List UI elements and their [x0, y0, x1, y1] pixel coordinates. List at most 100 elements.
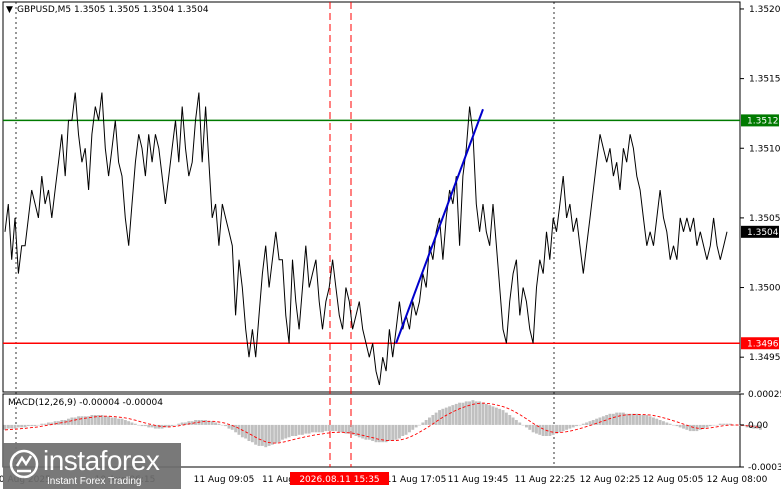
- time-tick-label: 11 Aug 17:05: [386, 475, 447, 485]
- macd-histogram-bar: [337, 424, 341, 433]
- macd-histogram-bar: [518, 422, 522, 425]
- macd-histogram-bar: [494, 407, 498, 425]
- macd-histogram-bar: [214, 422, 217, 425]
- macd-histogram-bar: [715, 424, 719, 426]
- macd-histogram-bar: [705, 424, 709, 428]
- macd-histogram-bar: [77, 416, 80, 425]
- macd-histogram-bar: [672, 424, 675, 426]
- macd-histogram-bar: [424, 420, 428, 425]
- macd-histogram-bar: [357, 424, 361, 438]
- macd-histogram-bar: [204, 420, 207, 425]
- macd-histogram-bar: [6, 424, 10, 429]
- macd-histogram-bar: [504, 412, 508, 425]
- macd-histogram-bar: [568, 424, 572, 429]
- price-tick-label: 1.3500: [749, 284, 781, 294]
- price-tag-label: 1.3496: [747, 339, 779, 349]
- logo-name: instaforex: [43, 445, 160, 476]
- macd-histogram-bar: [16, 424, 20, 428]
- macd-histogram-bar: [73, 417, 77, 425]
- macd-histogram-bar: [37, 424, 40, 426]
- time-highlight-label: 2026.08.11 15:35: [299, 475, 379, 485]
- macd-histogram-bar: [90, 415, 94, 425]
- macd-histogram-bar: [588, 421, 592, 425]
- macd-histogram-bar: [387, 424, 391, 441]
- macd-histogram-bar: [575, 424, 578, 427]
- macd-tick-label: 0.00: [748, 421, 768, 431]
- macd-histogram-bar: [491, 406, 495, 425]
- macd-histogram-bar: [331, 424, 334, 432]
- macd-histogram-bar: [514, 420, 518, 425]
- macd-histogram-bar: [107, 416, 110, 425]
- macd-histogram-bar: [571, 424, 575, 428]
- macd-histogram-bar: [224, 424, 227, 427]
- macd-histogram-bar: [548, 424, 552, 436]
- macd-histogram-bar: [621, 412, 625, 425]
- macd-histogram-bar: [133, 423, 137, 425]
- macd-histogram-bar: [451, 405, 455, 425]
- trend-line: [395, 108, 484, 344]
- macd-histogram-bar: [327, 424, 331, 432]
- macd-histogram-bar: [648, 416, 652, 425]
- macd-histogram-bar: [461, 402, 465, 425]
- macd-histogram-bar: [655, 418, 659, 425]
- macd-histogram-bar: [628, 413, 632, 425]
- macd-histogram-bar: [314, 424, 318, 433]
- macd-histogram-bar: [464, 401, 468, 425]
- macd-histogram-bar: [67, 418, 70, 425]
- macd-header: MACD(12,26,9) -0.00004 -0.00004: [8, 398, 163, 408]
- price-tick-label: 1.3510: [749, 144, 781, 154]
- macd-histogram-bar: [414, 424, 418, 428]
- macd-histogram-bar: [227, 424, 231, 429]
- macd-histogram-bar: [658, 420, 662, 425]
- macd-histogram-bar: [458, 402, 461, 425]
- macd-histogram-bar: [688, 424, 692, 432]
- time-tick-label: 11 Aug 22:25: [515, 475, 576, 485]
- macd-histogram-bar: [702, 424, 705, 429]
- price-series-line: [4, 92, 728, 386]
- macd-histogram-bar: [712, 424, 716, 426]
- macd-histogram-bar: [113, 417, 117, 425]
- macd-histogram-bar: [127, 421, 131, 425]
- macd-histogram-bar: [384, 424, 388, 443]
- time-tick-label: 12 Aug 05:05: [643, 475, 704, 485]
- macd-histogram-bar: [481, 402, 485, 425]
- macd-histogram-bar: [341, 424, 344, 433]
- macd-histogram-bar: [10, 424, 14, 429]
- macd-histogram-bar: [558, 424, 562, 433]
- macd-histogram-bar: [511, 417, 515, 425]
- macd-histogram-bar: [625, 413, 629, 425]
- macd-histogram-bar: [177, 423, 181, 425]
- price-tick-label: 1.3505: [749, 214, 781, 224]
- time-tick-label: 11 Aug 09:05: [194, 475, 255, 485]
- macd-histogram-bar: [287, 424, 291, 438]
- macd-histogram-bar: [718, 423, 722, 425]
- price-tick-label: 1.3515: [749, 75, 781, 85]
- macd-histogram-bar: [324, 424, 328, 432]
- price-panel-frame: [2, 1, 741, 393]
- chart-menu-arrow-icon[interactable]: ▼: [6, 5, 13, 15]
- macd-histogram-bar: [525, 424, 528, 428]
- macd-histogram-bar: [454, 403, 458, 425]
- chart-canvas: 1.3520 1.3515 1.3510 1.3505 1.3500 1.3495 1.35…: [0, 1, 781, 485]
- macd-histogram-bar: [391, 424, 395, 441]
- time-tick-label: 12 Aug 02:25: [580, 475, 641, 485]
- macd-histogram-bar: [578, 424, 582, 426]
- macd-histogram-bar: [598, 417, 602, 425]
- macd-histogram-bar: [361, 424, 365, 439]
- logo-tagline: Instant Forex Trading: [47, 476, 142, 487]
- macd-histogram-bar: [200, 420, 204, 425]
- macd-histogram-bar: [270, 424, 274, 445]
- symbol-header: GBPUSD,M5 1.3505 1.3505 1.3504 1.3504: [17, 5, 209, 15]
- macd-histogram-bar: [220, 424, 224, 426]
- macd-histogram-bar: [20, 424, 24, 428]
- macd-histogram-bar: [371, 424, 375, 441]
- macd-histogram-bar: [157, 424, 161, 429]
- macd-histogram-bar: [304, 424, 308, 434]
- macd-histogram-bar: [117, 418, 121, 425]
- macd-histogram-bar: [217, 423, 221, 425]
- macd-histogram-bar: [321, 424, 324, 433]
- macd-histogram-bar: [441, 408, 445, 425]
- macd-histogram-bar: [260, 424, 264, 446]
- macd-histogram-bar: [611, 413, 615, 425]
- macd-histogram-bar: [83, 416, 87, 425]
